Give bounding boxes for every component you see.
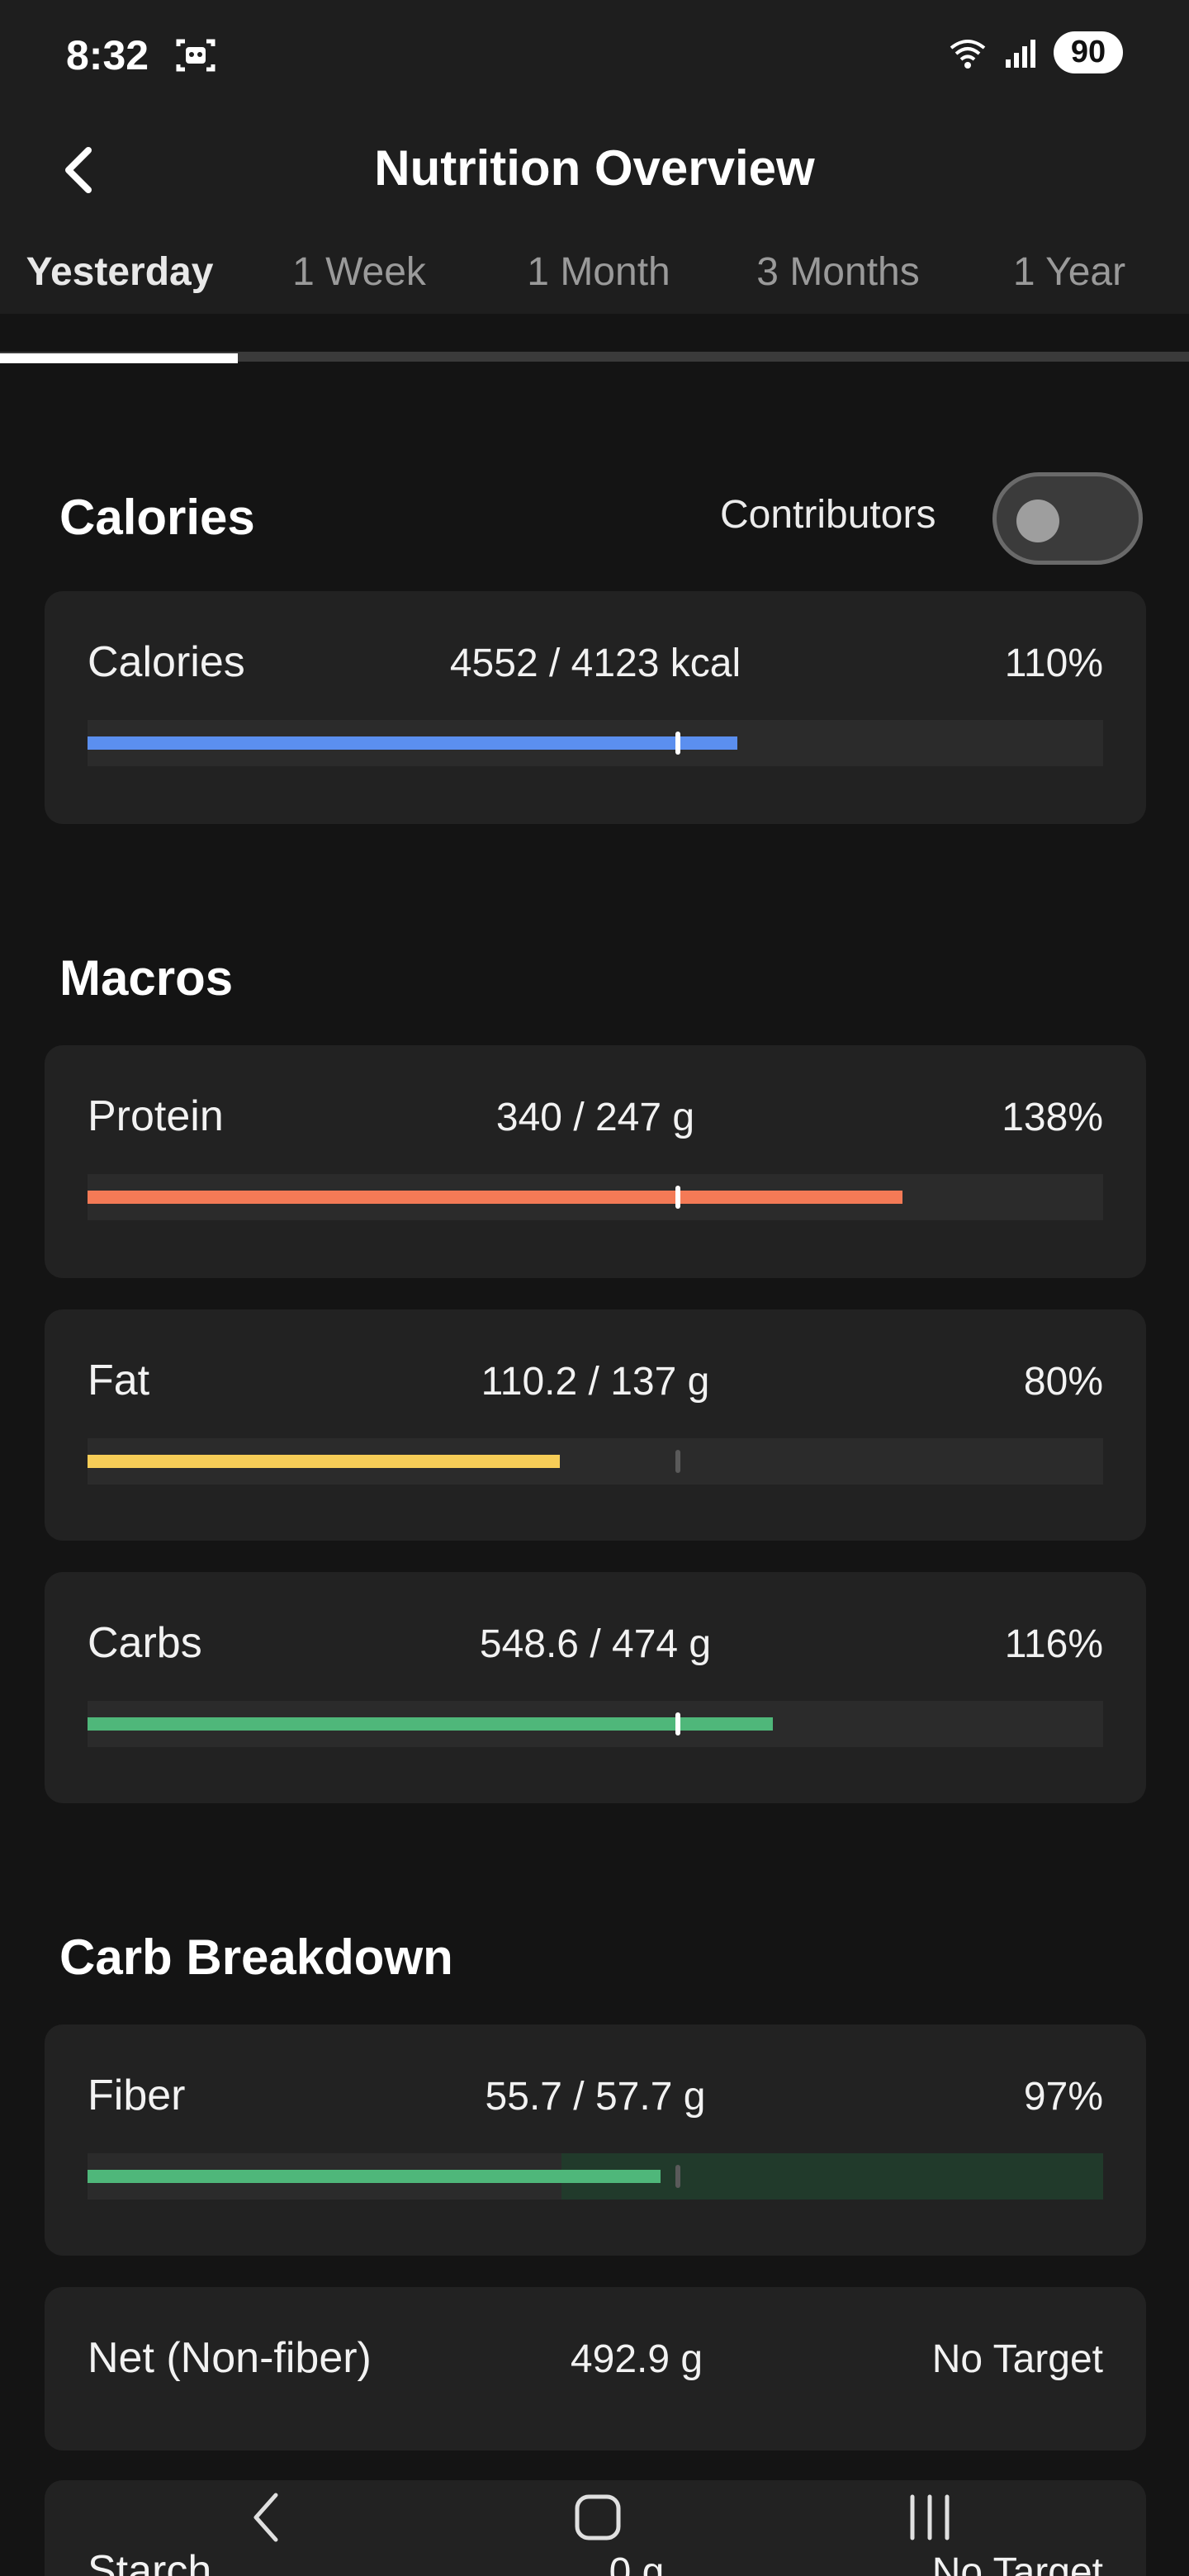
nutrient-target: No Target xyxy=(931,2337,1103,2381)
protein-card[interactable]: Protein 340 / 247 g 138% xyxy=(45,1045,1146,1278)
carb-breakdown-section-title: Carb Breakdown xyxy=(59,1930,453,1985)
progress-track xyxy=(88,720,1103,766)
battery-badge: 90 xyxy=(1054,31,1123,73)
tab-1-year[interactable]: 1 Year xyxy=(950,244,1189,307)
nav-back-button[interactable] xyxy=(225,2480,307,2555)
nutrient-percent: 97% xyxy=(1023,2075,1103,2119)
calories-card[interactable]: Calories 4552 / 4123 kcal 110% xyxy=(45,591,1146,824)
contributors-toggle[interactable] xyxy=(992,472,1143,565)
nutrition-overview-screen: 8:32 90 Nutrition Overview Yesterday 1 W… xyxy=(0,0,1189,2576)
wifi-icon xyxy=(950,39,986,69)
progress-fill xyxy=(88,1717,773,1731)
nutrient-amount: 55.7 / 57.7 g xyxy=(485,2075,706,2119)
nutrient-percent: 110% xyxy=(1004,642,1103,685)
progress-track xyxy=(88,1701,1103,1747)
tab-1-month[interactable]: 1 Month xyxy=(479,244,718,307)
period-tabs: Yesterday 1 Week 1 Month 3 Months 1 Year xyxy=(0,244,1189,312)
progress-track xyxy=(88,1438,1103,1485)
nav-back-icon xyxy=(253,2493,278,2542)
nav-home-button[interactable] xyxy=(557,2480,639,2555)
target-marker xyxy=(675,2165,680,2188)
calories-section-title: Calories xyxy=(59,490,255,545)
tab-1-week[interactable]: 1 Week xyxy=(239,244,479,307)
nav-recents-button[interactable] xyxy=(888,2480,971,2555)
progress-track xyxy=(88,1174,1103,1220)
tab-active-indicator xyxy=(0,353,238,363)
target-marker xyxy=(675,1186,680,1209)
nav-recents-icon xyxy=(910,2494,950,2540)
target-marker xyxy=(675,1450,680,1473)
nutrient-amount: 110.2 / 137 g xyxy=(481,1360,710,1404)
signal-icon xyxy=(1006,39,1035,68)
progress-fill xyxy=(88,2170,661,2183)
fiber-card[interactable]: Fiber 55.7 / 57.7 g 97% xyxy=(45,2024,1146,2256)
carbs-card[interactable]: Carbs 548.6 / 474 g 116% xyxy=(45,1572,1146,1803)
status-time: 8:32 xyxy=(66,32,149,78)
progress-fill xyxy=(88,1455,560,1468)
target-marker xyxy=(675,1712,680,1735)
progress-fill xyxy=(88,1191,902,1204)
progress-fill xyxy=(88,736,737,750)
nutrient-percent: 138% xyxy=(1002,1096,1103,1139)
nutrient-percent: 80% xyxy=(1023,1360,1103,1404)
nav-home-icon xyxy=(575,2494,621,2540)
screenshot-icon xyxy=(176,39,216,72)
toggle-knob xyxy=(1016,500,1059,542)
nutrient-percent: 116% xyxy=(1004,1622,1103,1666)
app-header: Nutrition Overview Yesterday 1 Week 1 Mo… xyxy=(0,112,1189,314)
tab-3-months[interactable]: 3 Months xyxy=(718,244,958,307)
nutrient-amount: 340 / 247 g xyxy=(495,1096,695,1139)
macros-section-title: Macros xyxy=(59,950,234,1006)
progress-track xyxy=(88,2153,1103,2200)
net-carbs-card[interactable]: Net (Non-fiber) 492.9 g No Target xyxy=(45,2287,1146,2451)
target-marker xyxy=(675,732,680,755)
contributors-label: Contributors xyxy=(720,493,936,537)
status-bar: 8:32 90 xyxy=(0,0,1189,112)
page-title: Nutrition Overview xyxy=(374,140,815,196)
fat-card[interactable]: Fat 110.2 / 137 g 80% xyxy=(45,1309,1146,1541)
nutrient-amount: 4552 / 4123 kcal xyxy=(449,642,741,685)
status-indicators: 90 xyxy=(948,31,1123,73)
nutrient-amount: 548.6 / 474 g xyxy=(479,1622,712,1666)
tab-yesterday[interactable]: Yesterday xyxy=(0,244,239,307)
